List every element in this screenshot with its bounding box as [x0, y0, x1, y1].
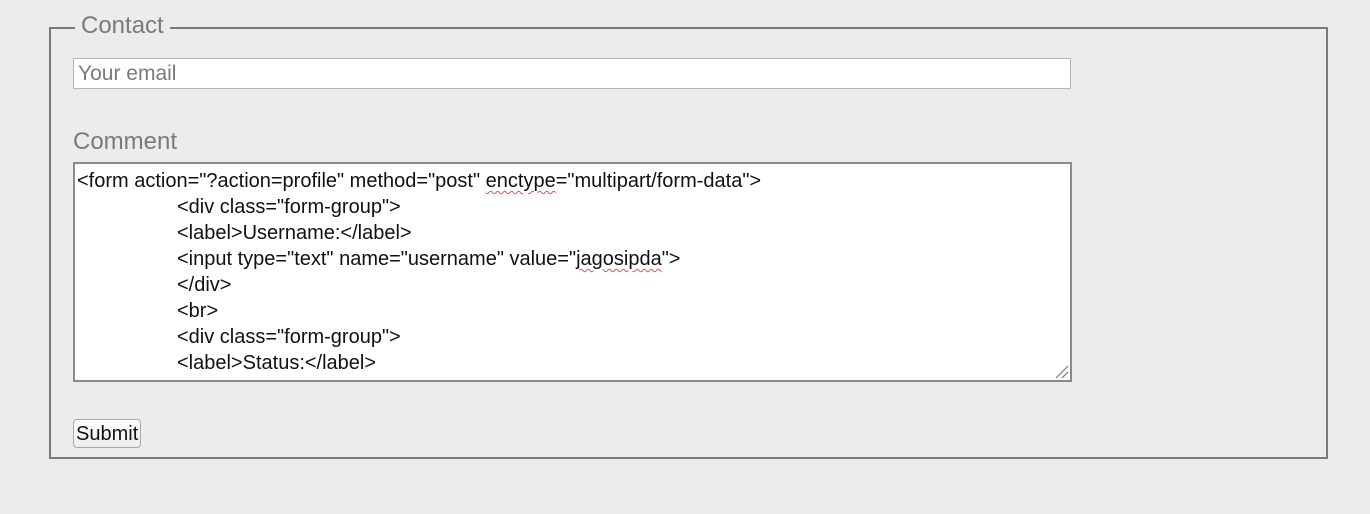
submit-button[interactable]: Submit: [73, 419, 142, 448]
comment-line: <div class="form-group">: [177, 196, 401, 218]
email-input[interactable]: [73, 58, 1071, 89]
comment-textarea-content: <form action="?action=profile" method="p…: [77, 168, 1068, 380]
comment-line: <input type="text" name="username" value…: [177, 248, 681, 270]
comment-line: <input type="checkbox" name="status" dis…: [77, 376, 1068, 380]
comment-line: <br>: [177, 300, 219, 322]
comment-line: <div class="form-group">: [177, 326, 401, 348]
fieldset-legend: Contact: [75, 10, 170, 42]
comment-line: <label>Status:</label>: [177, 352, 377, 374]
comment-textarea[interactable]: <form action="?action=profile" method="p…: [73, 162, 1072, 382]
comment-label: Comment: [73, 128, 178, 155]
resize-handle-icon[interactable]: [1053, 363, 1069, 379]
comment-line: <form action="?action=profile" method="p…: [77, 170, 762, 192]
comment-line: <label>Username:</label>: [177, 222, 412, 244]
comment-line: </div>: [177, 274, 232, 296]
